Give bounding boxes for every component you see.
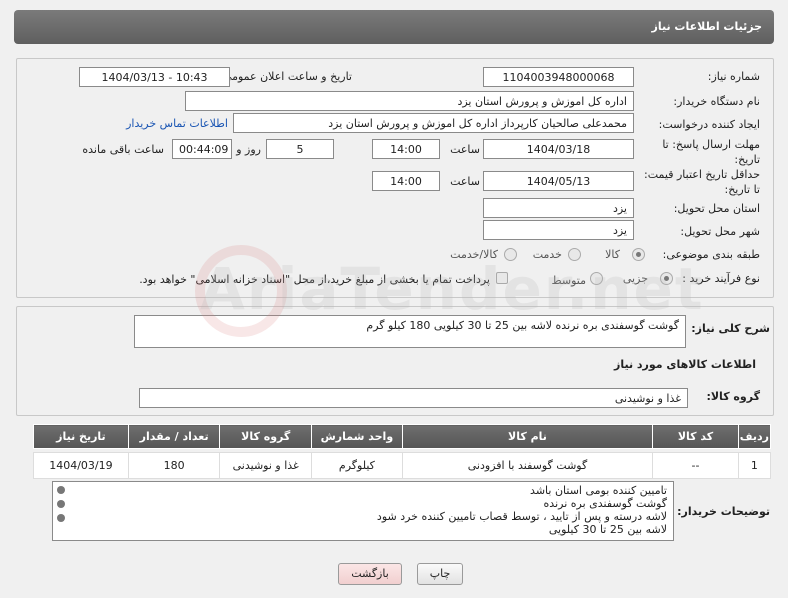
requester-field: محمدعلی صالحیان کارپرداز اداره کل اموزش … (233, 113, 634, 133)
need-number-field: 1104003948000068 (483, 67, 634, 87)
contact-info-link[interactable]: اطلاعات تماس خریدار (126, 117, 228, 130)
cell-code: -- (652, 452, 739, 479)
city-label: شهر محل تحویل: (680, 225, 760, 238)
category-option-goods-service: کالا/خدمت (450, 248, 498, 261)
announce-label: تاریخ و ساعت اعلان عمومی: (219, 70, 352, 83)
validity-label: حداقل تاریخ اعتبار قیمت: تا تاریخ: (644, 168, 760, 196)
description-label: شرح کلی نیاز: (691, 322, 770, 335)
goods-table: ردیف کد کالا نام کالا واحد شمارش گروه کا… (33, 424, 772, 479)
col-need-date: تاریخ نیاز (33, 424, 129, 449)
process-radio-minor[interactable] (660, 272, 673, 285)
goods-section-title: اطلاعات کالاهای مورد نیاز (614, 358, 756, 371)
process-radio-medium[interactable] (590, 272, 603, 285)
scroll-dot-icon (57, 514, 65, 522)
scroll-dot-icon (57, 486, 65, 494)
deadline-label: مهلت ارسال پاسخ: تا تاریخ: (662, 138, 760, 166)
validity-time-field: 14:00 (372, 171, 440, 191)
col-unit: واحد شمارش (311, 424, 403, 449)
col-code: کد کالا (652, 424, 739, 449)
treasury-payment-checkbox[interactable] (496, 272, 508, 284)
buyer-note-line: تامیین کننده بومی استان باشد (530, 484, 667, 497)
days-label: روز و (236, 143, 261, 156)
scroll-dot-icon (57, 500, 65, 508)
requester-label: ایجاد کننده درخواست: (658, 118, 760, 131)
buyer-org-field: اداره کل اموزش و پرورش استان یزد (185, 91, 634, 111)
category-label: طبقه بندی موضوعی: (662, 248, 760, 261)
province-field: یزد (483, 198, 634, 218)
cell-row: 1 (737, 452, 772, 479)
col-row: ردیف (737, 424, 772, 449)
remaining-label: ساعت باقی مانده (82, 143, 164, 156)
notes-scrollbar[interactable] (56, 486, 66, 526)
cell-need-date: 1404/03/19 (33, 452, 129, 479)
category-option-goods: کالا (605, 248, 620, 261)
process-option-medium: متوسط (551, 274, 586, 287)
cell-name: گوشت گوسفند با افزودنی (401, 452, 654, 479)
treasury-payment-note: پرداخت تمام یا بخشی از مبلغ خرید،از محل … (139, 273, 490, 286)
category-radio-goods[interactable] (632, 248, 645, 261)
print-button[interactable]: چاپ (417, 563, 463, 585)
validity-date-field: 1404/05/13 (483, 171, 634, 191)
buyer-notes-textarea[interactable]: تامیین کننده بومی استان باشد گوشت گوسفند… (52, 481, 674, 541)
col-group: گروه کالا (219, 424, 313, 449)
table-row: 1 -- گوشت گوسفند با افزودنی کیلوگرم غذا … (33, 452, 772, 479)
description-textarea[interactable]: گوشت گوسفندی بره نرنده لاشه بین 25 تا 30… (134, 315, 686, 348)
goods-group-label: گروه کالا: (706, 390, 760, 403)
deadline-time-field: 14:00 (372, 139, 440, 159)
buyer-note-line: لاشه درسته و پس از تایید ، توسط قصاب تام… (376, 510, 667, 523)
process-label: نوع فرآیند خرید : (682, 272, 760, 285)
buyer-note-line: لاشه بین 25 تا 30 کیلویی (548, 523, 667, 536)
buyer-notes-label: توضیحات خریدار: (677, 505, 770, 518)
col-quantity: تعداد / مقدار (127, 424, 221, 449)
cell-quantity: 180 (127, 452, 221, 479)
validity-time-label: ساعت (450, 175, 480, 188)
col-name: نام کالا (401, 424, 654, 449)
city-field: یزد (483, 220, 634, 240)
goods-group-field: غذا و نوشیدنی (139, 388, 688, 408)
category-radio-goods-service[interactable] (504, 248, 517, 261)
category-option-service: خدمت (532, 248, 562, 261)
deadline-time-label: ساعت (450, 143, 480, 156)
remaining-time-field: 00:44:09 (172, 139, 232, 159)
cell-group: غذا و نوشیدنی (219, 452, 313, 479)
deadline-date-field: 1404/03/18 (483, 139, 634, 159)
category-radio-service[interactable] (568, 248, 581, 261)
buyer-note-line: گوشت گوسفندی بره نرنده (543, 497, 667, 510)
process-option-minor: جزیی (622, 272, 648, 285)
page-title: جزئیات اطلاعات نیاز (14, 10, 774, 44)
days-field: 5 (266, 139, 334, 159)
cell-unit: کیلوگرم (311, 452, 403, 479)
back-button[interactable]: بازگشت (338, 563, 402, 585)
buyer-org-label: نام دستگاه خریدار: (673, 95, 760, 108)
province-label: استان محل تحویل: (673, 202, 760, 215)
announce-datetime-field: 1404/03/13 - 10:43 (79, 67, 230, 87)
need-number-label: شماره نیاز: (707, 70, 760, 83)
